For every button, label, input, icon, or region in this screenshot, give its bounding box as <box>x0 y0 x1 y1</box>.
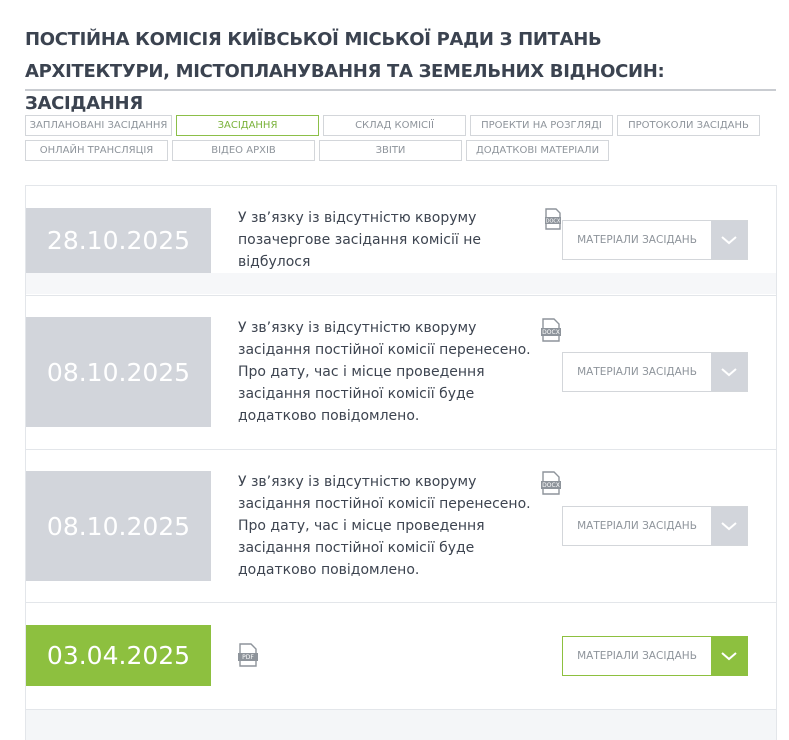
tab-online-broadcast[interactable]: ОНЛАЙН ТРАНСЛЯЦІЯ <box>25 140 168 161</box>
svg-text:DOCX: DOCX <box>542 482 560 489</box>
meeting-row: 03.04.2025 PDF МАТЕРІАЛИ ЗАСІДАНЬ <box>26 603 776 710</box>
tab-row-2: ОНЛАЙН ТРАНСЛЯЦІЯ ВІДЕО АРХІВ ЗВІТИ ДОДА… <box>25 140 785 161</box>
tab-additional-materials[interactable]: ДОДАТКОВІ МАТЕРІАЛИ <box>466 140 609 161</box>
materials-label: МАТЕРІАЛИ ЗАСІДАНЬ <box>577 520 697 532</box>
svg-text:PDF: PDF <box>242 654 254 661</box>
meeting-description: У зв’язку із відсутністю кворуму засідан… <box>238 474 531 578</box>
materials-label: МАТЕРІАЛИ ЗАСІДАНЬ <box>577 366 697 378</box>
meeting-materials-button[interactable]: МАТЕРІАЛИ ЗАСІДАНЬ <box>562 220 748 260</box>
meeting-description: У зв’язку із відсутністю кворуму засідан… <box>238 320 531 424</box>
tab-commission-members[interactable]: СКЛАД КОМІСІЇ <box>323 115 466 136</box>
docx-icon[interactable]: DOCX <box>540 471 562 495</box>
docx-icon[interactable]: DOCX <box>540 318 562 342</box>
chevron-down-icon[interactable] <box>711 353 747 391</box>
row-spacer <box>26 273 776 294</box>
meeting-materials-button[interactable]: МАТЕРІАЛИ ЗАСІДАНЬ <box>562 506 748 546</box>
meeting-materials-button[interactable]: МАТЕРІАЛИ ЗАСІДАНЬ <box>562 352 748 392</box>
chevron-down-icon[interactable] <box>711 637 747 675</box>
meeting-row: 28.10.2025 У зв’язку із відсутністю квор… <box>26 186 776 296</box>
docx-icon[interactable]: DOCX <box>544 208 562 230</box>
materials-label: МАТЕРІАЛИ ЗАСІДАНЬ <box>577 234 697 246</box>
tab-reports[interactable]: ЗВІТИ <box>319 140 462 161</box>
meeting-date: 08.10.2025 <box>26 471 211 581</box>
meeting-date: 03.04.2025 <box>26 625 211 686</box>
meeting-date: 28.10.2025 <box>26 208 211 273</box>
meeting-row: 08.10.2025 У зв’язку із відсутністю квор… <box>26 296 776 450</box>
meeting-description: У зв’язку із відсутністю кворуму позачер… <box>238 210 481 270</box>
tab-video-archive[interactable]: ВІДЕО АРХІВ <box>172 140 315 161</box>
meeting-row: 08.10.2025 У зв’язку із відсутністю квор… <box>26 450 776 603</box>
meeting-date: 08.10.2025 <box>26 317 211 427</box>
materials-label: МАТЕРІАЛИ ЗАСІДАНЬ <box>577 650 697 662</box>
tab-planned-meetings[interactable]: ЗАПЛАНОВАНІ ЗАСІДАННЯ <box>25 115 172 136</box>
page-title: ПОСТІЙНА КОМІСІЯ КИЇВСЬКОЇ МІСЬКОЇ РАДИ … <box>25 29 665 114</box>
tab-projects-under-review[interactable]: ПРОЕКТИ НА РОЗГЛЯДІ <box>470 115 613 136</box>
pdf-icon[interactable]: PDF <box>237 643 259 667</box>
chevron-down-icon[interactable] <box>711 221 747 259</box>
tab-meeting-protocols[interactable]: ПРОТОКОЛИ ЗАСІДАНЬ <box>617 115 760 136</box>
meetings-list: 28.10.2025 У зв’язку із відсутністю квор… <box>25 185 777 740</box>
section-tabs: ЗАПЛАНОВАНІ ЗАСІДАННЯ ЗАСІДАННЯ СКЛАД КО… <box>25 115 785 165</box>
title-divider <box>25 89 776 91</box>
meeting-materials-button[interactable]: МАТЕРІАЛИ ЗАСІДАНЬ <box>562 636 748 676</box>
svg-text:DOCX: DOCX <box>546 219 561 225</box>
tab-meetings[interactable]: ЗАСІДАННЯ <box>176 115 319 136</box>
svg-text:DOCX: DOCX <box>542 329 560 336</box>
tab-row-1: ЗАПЛАНОВАНІ ЗАСІДАННЯ ЗАСІДАННЯ СКЛАД КО… <box>25 115 785 136</box>
chevron-down-icon[interactable] <box>711 507 747 545</box>
